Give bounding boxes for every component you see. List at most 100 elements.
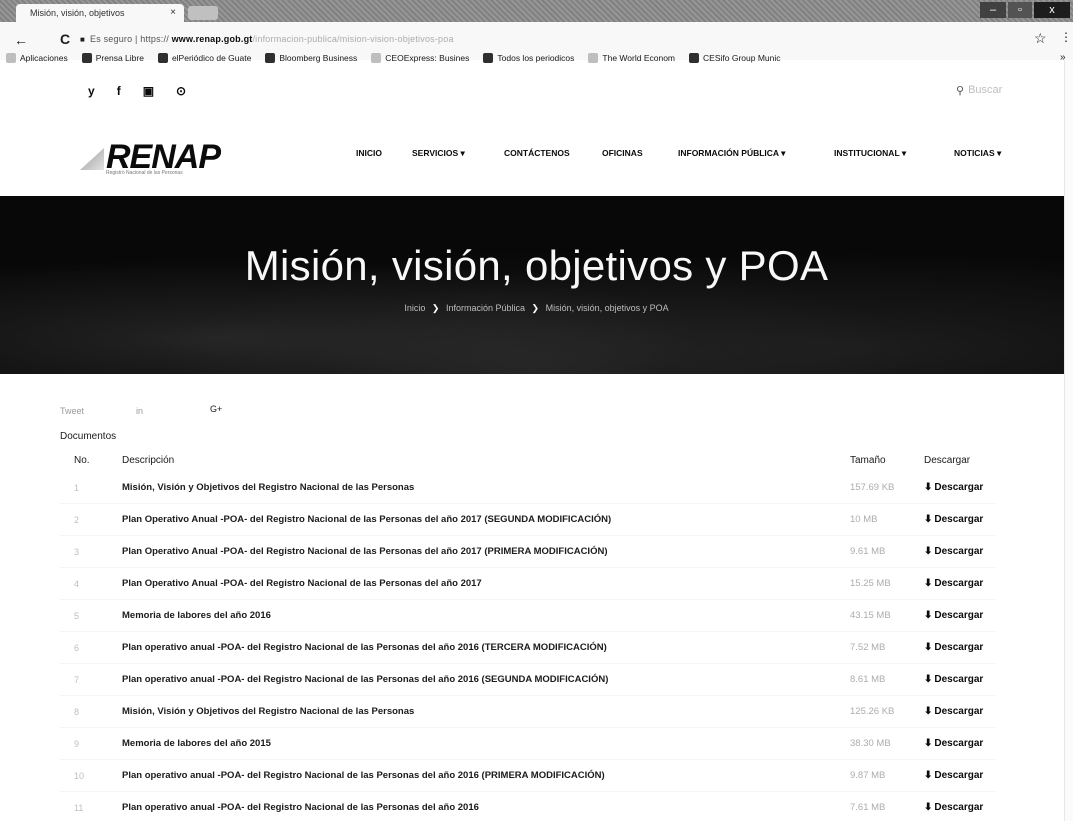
row-size: 125.26 KB — [850, 696, 924, 728]
renap-logo[interactable]: RENAP Registro Nacional de las Personas — [80, 138, 250, 178]
download-link[interactable]: ⬇Descargar — [924, 504, 995, 536]
download-icon: ⬇ — [924, 546, 932, 557]
bookmark-favicon — [265, 53, 275, 63]
row-size: 43.15 MB — [850, 600, 924, 632]
nav-inicio[interactable]: INICIO — [356, 148, 382, 158]
row-size: 10 MB — [850, 504, 924, 536]
nav-noticias[interactable]: NOTICIAS ▾ — [954, 148, 1001, 159]
table-row: 2 Plan Operativo Anual -POA- del Registr… — [60, 504, 995, 536]
bookmark-item[interactable]: Aplicaciones — [6, 53, 68, 63]
bookmarks-bar: Aplicaciones Prensa Libre elPeriódico de… — [0, 48, 1073, 68]
row-number: 10 — [60, 760, 122, 792]
nav-contactenos[interactable]: CONTÁCTENOS — [504, 148, 570, 158]
header-no: No. — [60, 448, 122, 472]
download-link[interactable]: ⬇Descargar — [924, 760, 995, 792]
lock-icon: ■ — [80, 35, 85, 44]
download-icon: ⬇ — [924, 642, 932, 653]
download-link[interactable]: ⬇Descargar — [924, 664, 995, 696]
row-description: Memoria de labores del año 2015 — [122, 728, 850, 760]
download-icon: ⬇ — [924, 802, 932, 813]
download-link[interactable]: ⬇Descargar — [924, 472, 995, 504]
row-size: 7.52 MB — [850, 632, 924, 664]
bookmark-favicon — [371, 53, 381, 63]
row-description: Plan Operativo Anual -POA- del Registro … — [122, 568, 850, 600]
row-description: Plan operativo anual -POA- del Registro … — [122, 760, 850, 792]
new-tab-button[interactable] — [188, 6, 218, 20]
row-size: 8.61 MB — [850, 664, 924, 696]
browser-menu-icon[interactable]: ⋮ — [1060, 30, 1072, 44]
row-description: Misión, Visión y Objetivos del Registro … — [122, 472, 850, 504]
download-icon: ⬇ — [924, 514, 932, 525]
row-number: 7 — [60, 664, 122, 696]
bookmark-favicon — [483, 53, 493, 63]
instagram-icon[interactable]: ⊙ — [176, 84, 186, 98]
row-number: 9 — [60, 728, 122, 760]
row-number: 5 — [60, 600, 122, 632]
close-window-button[interactable]: x — [1034, 2, 1070, 18]
bookmark-item[interactable]: The World Econom — [588, 53, 675, 63]
tweet-button[interactable]: Tweet — [60, 406, 84, 416]
row-description: Plan operativo anual -POA- del Registro … — [122, 664, 850, 696]
download-link[interactable]: ⬇Descargar — [924, 792, 995, 823]
breadcrumb: Inicio ❯ Información Pública ❯ Misión, v… — [0, 303, 1073, 314]
close-tab-icon[interactable]: × — [170, 7, 176, 18]
download-icon: ⬇ — [924, 482, 932, 493]
bookmark-item[interactable]: Bloomberg Business — [265, 53, 357, 63]
download-link[interactable]: ⬇Descargar — [924, 632, 995, 664]
table-header-row: No. Descripción Tamaño Descargar — [60, 448, 995, 472]
google-plus-icon[interactable]: G+ — [210, 404, 222, 414]
minimize-button[interactable]: – — [980, 2, 1006, 18]
bookmark-item[interactable]: CEOExpress: Busines — [371, 53, 469, 63]
apps-icon — [6, 53, 16, 63]
breadcrumb-inicio[interactable]: Inicio — [404, 303, 425, 313]
download-icon: ⬇ — [924, 578, 932, 589]
site-search[interactable]: ⚲ Buscar — [956, 84, 1002, 97]
table-row: 11 Plan operativo anual -POA- del Regist… — [60, 792, 995, 823]
row-description: Misión, Visión y Objetivos del Registro … — [122, 696, 850, 728]
download-icon: ⬇ — [924, 738, 932, 749]
url-field[interactable]: Es seguro | https:// www.renap.gob.gt/in… — [90, 34, 454, 44]
facebook-icon[interactable]: f — [117, 84, 121, 98]
breadcrumb-informacion-publica[interactable]: Información Pública — [446, 303, 525, 313]
download-link[interactable]: ⬇Descargar — [924, 600, 995, 632]
bookmark-item[interactable]: Prensa Libre — [82, 53, 144, 63]
url-domain: www.renap.gob.gt — [172, 34, 253, 44]
search-icon: ⚲ — [956, 84, 964, 97]
url-scheme: https:// — [140, 34, 169, 44]
table-row: 8 Misión, Visión y Objetivos del Registr… — [60, 696, 995, 728]
download-icon: ⬇ — [924, 674, 932, 685]
row-size: 9.61 MB — [850, 536, 924, 568]
table-row: 6 Plan operativo anual -POA- del Registr… — [60, 632, 995, 664]
row-number: 2 — [60, 504, 122, 536]
scrollbar[interactable] — [1064, 60, 1073, 821]
nav-servicios[interactable]: SERVICIOS ▾ — [412, 148, 465, 159]
nav-institucional[interactable]: INSTITUCIONAL ▾ — [834, 148, 906, 159]
bookmark-item[interactable]: Todos los periodicos — [483, 53, 574, 63]
download-link[interactable]: ⬇Descargar — [924, 696, 995, 728]
maximize-button[interactable]: ▫ — [1008, 2, 1032, 18]
row-size: 15.25 MB — [850, 568, 924, 600]
download-link[interactable]: ⬇Descargar — [924, 728, 995, 760]
download-icon: ⬇ — [924, 770, 932, 781]
twitter-icon[interactable]: y — [88, 84, 95, 98]
row-size: 157.69 KB — [850, 472, 924, 504]
tab-title: Misión, visión, objetivos — [30, 8, 125, 18]
browser-tab[interactable]: Misión, visión, objetivos × — [16, 4, 184, 22]
row-number: 3 — [60, 536, 122, 568]
bookmark-item[interactable]: CESifo Group Munic — [689, 53, 780, 63]
linkedin-icon[interactable]: in — [136, 406, 143, 416]
row-size: 7.61 MB — [850, 792, 924, 823]
youtube-icon[interactable]: ▣ — [143, 84, 154, 98]
download-link[interactable]: ⬇Descargar — [924, 536, 995, 568]
header-size: Tamaño — [850, 448, 924, 472]
download-link[interactable]: ⬇Descargar — [924, 568, 995, 600]
nav-oficinas[interactable]: OFICINAS — [602, 148, 643, 158]
url-path: /informacion-publica/mision-vision-objet… — [252, 34, 453, 44]
page-title: Misión, visión, objetivos y POA — [0, 242, 1073, 290]
nav-informacion-publica[interactable]: INFORMACIÓN PÚBLICA ▾ — [678, 148, 785, 159]
bookmark-item[interactable]: elPeriódico de Guate — [158, 53, 251, 63]
table-row: 10 Plan operativo anual -POA- del Regist… — [60, 760, 995, 792]
bookmark-star-icon[interactable]: ☆ — [1034, 30, 1047, 47]
reload-icon[interactable]: C — [60, 31, 70, 47]
back-arrow-icon[interactable]: ← — [14, 32, 28, 48]
